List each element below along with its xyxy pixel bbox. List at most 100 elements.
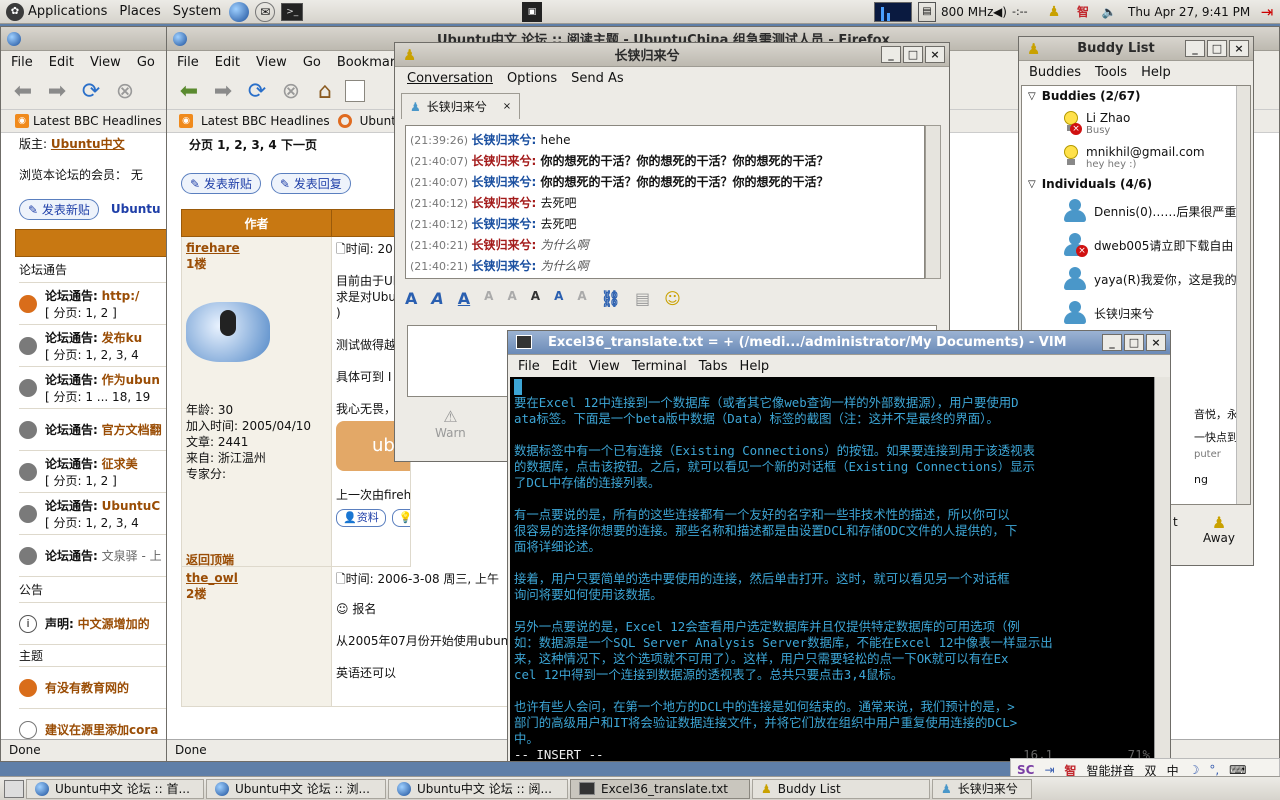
back-to-top-link[interactable]: 返回顶端 [186,551,234,568]
volume-tray-icon[interactable]: 🔈 [1100,2,1118,22]
forward-arrow-icon[interactable]: ➡ [209,77,237,105]
back-arrow-icon[interactable]: ⬅ [9,77,37,105]
vim-scrollbar[interactable] [1154,377,1170,761]
menu-edit[interactable]: Edit [552,359,577,374]
font-face-icon[interactable]: A [531,289,540,308]
minimize-button[interactable]: _ [1102,334,1122,351]
workspace-switcher-icon[interactable]: ▣ [522,1,542,22]
menu-tabs[interactable]: Tabs [699,359,728,374]
close-button[interactable]: × [1229,40,1249,57]
away-button[interactable]: ♟ Away [1203,515,1235,546]
buddy-row[interactable]: mnikhil@gmail.com hey hey :) [1022,140,1250,174]
menu-options[interactable]: Options [507,71,557,86]
new-post-button[interactable]: ✎ 发表新贴 [181,172,261,194]
topic-row[interactable]: 论坛通告: 作为ubun[ 分页: 1 ... 18, 19 [19,367,169,409]
group-buddies[interactable]: ▽ Buddies (2/67) [1022,86,1250,106]
halfwidth-icon[interactable]: ☽ [1189,763,1200,777]
bookmark-bbc[interactable]: Latest BBC Headlines [201,114,330,128]
buddy-row[interactable]: 长铗归来兮 [1022,296,1250,330]
font-smaller-icon[interactable]: A [507,289,516,308]
new-post-button[interactable]: ✎ 发表新贴 [19,198,99,220]
firefox-launcher-icon[interactable] [229,1,250,22]
menu-conversation[interactable]: Conversation [407,71,493,86]
topic-row[interactable]: 论坛通告: UbuntuC[ 分页: 1, 2, 3, 4 [19,493,169,535]
link-icon[interactable]: ⛓ [601,289,621,308]
bg-firefox-titlebar[interactable] [1,27,169,51]
tab-close-icon[interactable]: × [503,101,511,112]
reload-icon[interactable]: ⟳ [243,77,271,105]
vim-text-area[interactable]: 要在Excel 12中连接到一个数据库（或者其它像web查询一样的外部数据源），… [510,377,1154,761]
chat-titlebar[interactable]: ♟ 长铗归来兮 _ □ × [395,43,949,67]
forward-arrow-icon[interactable]: ➡ [43,77,71,105]
keyboard-icon[interactable]: ⌨ [1229,763,1246,777]
menu-go[interactable]: Go [137,55,155,70]
menu-file[interactable]: File [518,359,540,374]
menu-view[interactable]: View [256,55,287,70]
menu-send-as[interactable]: Send As [571,71,624,86]
chat-scrollbar[interactable] [925,125,941,279]
topic-row[interactable]: 有没有教育网的 [19,667,169,709]
menu-view[interactable]: View [589,359,620,374]
home-icon[interactable]: ⌂ [311,77,339,105]
task-button[interactable]: Ubuntu中文 论坛 :: 阅... [388,778,568,799]
italic-icon[interactable]: A [431,289,443,308]
task-button[interactable]: Ubuntu中文 论坛 :: 首... [26,778,204,799]
profile-button[interactable]: 👤资料 [336,509,386,527]
close-button[interactable]: × [925,46,945,63]
smiley-icon[interactable]: ☺ [664,289,681,308]
task-button[interactable]: ♟ Buddy List [752,778,930,799]
ime-tray-icon[interactable]: 智 [1074,2,1092,22]
maximize-button[interactable]: □ [903,46,923,63]
group-individuals[interactable]: ▽ Individuals (4/6) [1022,174,1250,194]
buddy-scrollbar[interactable] [1236,86,1250,504]
maximize-button[interactable]: □ [1124,334,1144,351]
offline-button[interactable]: 💡离线 [391,509,410,527]
menu-edit[interactable]: Edit [49,55,74,70]
menu-view[interactable]: View [90,55,121,70]
buddy-row[interactable]: Dennis(0)……后果很严重 [1022,194,1250,228]
menu-edit[interactable]: Edit [215,55,240,70]
menu-file[interactable]: File [11,55,33,70]
menu-tools[interactable]: Tools [1095,65,1127,80]
gaim-tray-icon[interactable]: ♟ [1046,2,1062,22]
chat-tab[interactable]: ♟ 长铗归来兮 × [401,93,521,119]
font-larger-icon[interactable]: A [484,289,493,308]
announce-row[interactable]: i 声明: 中文源增加的 [19,603,169,645]
menu-help[interactable]: Help [1141,65,1171,80]
minimize-button[interactable]: _ [1185,40,1205,57]
stop-icon[interactable]: ⊗ [111,77,139,105]
terminal-launcher-icon[interactable]: >_ [281,2,304,21]
minimize-button[interactable]: _ [881,46,901,63]
show-desktop-icon[interactable] [4,779,24,798]
ime-arrow-icon[interactable]: ⇥ [1044,763,1054,777]
task-button[interactable]: Excel36_translate.txt [570,778,750,799]
vim-titlebar[interactable]: Excel36_translate.txt = + (/medi.../admi… [508,331,1170,355]
warn-button[interactable]: ⚠ Warn [435,407,466,440]
menu-help[interactable]: Help [740,359,770,374]
task-button[interactable]: ♟ 长铗归来兮 [932,778,1032,799]
topic-row[interactable]: 论坛通告: 官方文档翻 [19,409,169,451]
url-bar[interactable] [345,80,365,102]
task-button[interactable]: Ubuntu中文 论坛 :: 浏... [206,778,386,799]
bookmark-bbc[interactable]: Latest BBC Headlines [33,114,162,128]
menu-file[interactable]: File [177,55,199,70]
menu-go[interactable]: Go [303,55,321,70]
font-color-icon[interactable]: A [554,289,563,308]
ime-logo-icon[interactable]: SC [1017,763,1034,777]
applications-menu[interactable]: ✿ Applications [0,0,113,24]
post-author[interactable]: the_owl [186,571,327,585]
system-menu[interactable]: System [167,0,227,24]
topic-row[interactable]: 论坛通告: 发布ku[ 分页: 1, 2, 3, 4 [19,325,169,367]
bold-icon[interactable]: A [405,289,417,308]
menu-terminal[interactable]: Terminal [632,359,687,374]
maximize-button[interactable]: □ [1207,40,1227,57]
bg-color-icon[interactable]: A [577,289,586,308]
places-menu[interactable]: Places [113,0,166,24]
buddy-row[interactable]: yaya(R)我爱你，这是我的 [1022,262,1250,296]
post-author[interactable]: firehare [186,241,327,255]
buddy-row[interactable]: × Li Zhao Busy [1022,106,1250,140]
buddy-row[interactable]: × dweb005请立即下载自由 [1022,228,1250,262]
buddy-titlebar[interactable]: ♟ Buddy List _ □ × [1019,37,1253,61]
reply-button[interactable]: ✎ 发表回复 [270,172,351,194]
volume-icon[interactable]: ◀) [990,2,1010,22]
